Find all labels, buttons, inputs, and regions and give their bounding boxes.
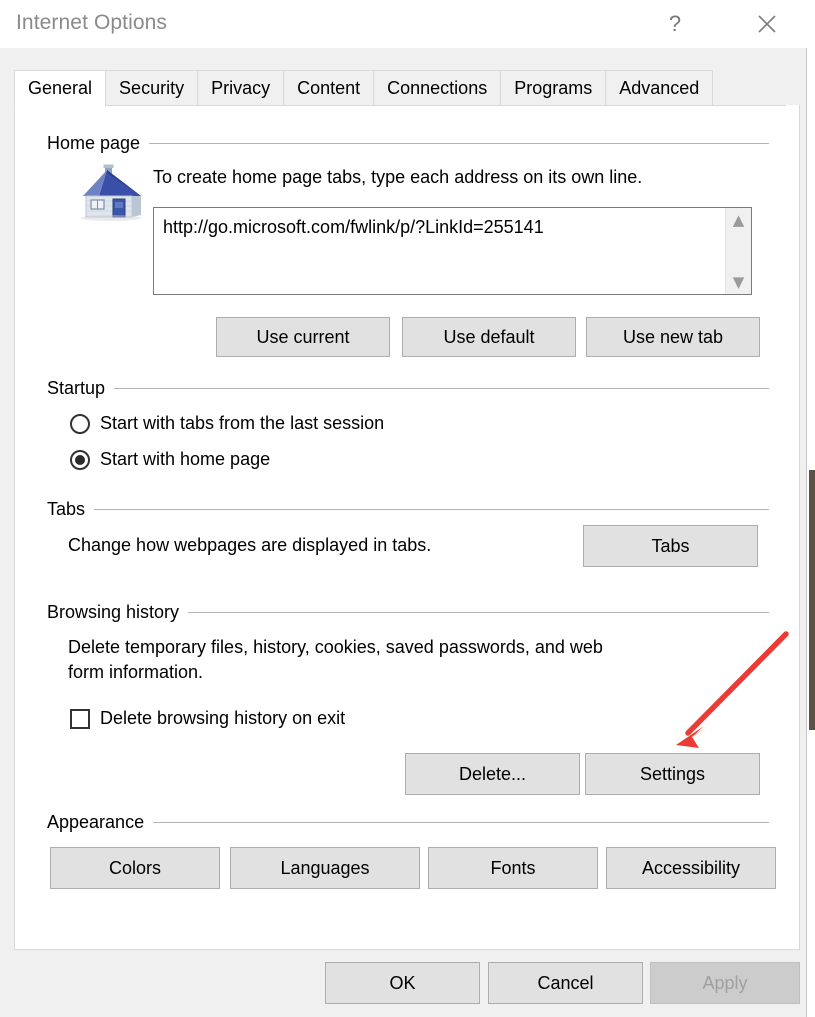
group-divider [114, 387, 769, 389]
group-divider [188, 611, 769, 613]
tab-label: Programs [514, 77, 593, 98]
tab-label: Advanced [619, 77, 700, 98]
appearance-group-header: Appearance [47, 812, 769, 832]
group-divider [153, 821, 769, 823]
home-page-url-value[interactable]: http://go.microsoft.com/fwlink/p/?LinkId… [154, 208, 725, 294]
group-label: Startup [47, 377, 106, 398]
checkbox-indicator[interactable] [70, 708, 90, 729]
tab-strip: General Security Privacy Content Connect… [14, 70, 786, 107]
tabs-group-header: Tabs [47, 499, 769, 519]
group-divider [94, 508, 769, 510]
tab-label: Privacy [211, 77, 271, 98]
chevron-down-icon[interactable]: ▼ [733, 275, 745, 290]
radio-indicator-selected[interactable] [70, 449, 90, 470]
tab-label: General [28, 77, 93, 98]
tab-advanced[interactable]: Advanced [606, 70, 714, 106]
radio-label: Start with tabs from the last session [100, 413, 385, 433]
house-icon [81, 164, 144, 221]
url-scrollbar[interactable]: ▲ ▼ [725, 208, 751, 294]
browsing-history-group-header: Browsing history [47, 602, 769, 622]
chevron-up-icon[interactable]: ▲ [733, 213, 745, 228]
tab-general[interactable]: General [14, 70, 107, 107]
languages-button[interactable]: Languages [230, 847, 420, 889]
accessibility-button[interactable]: Accessibility [606, 847, 776, 889]
general-tab-panel: Home page To create home page tabs, type… [14, 105, 800, 950]
apply-button: Apply [650, 962, 800, 1004]
radio-start-with-home-page[interactable]: Start with home page [70, 449, 270, 470]
home-page-description: To create home page tabs, type each addr… [153, 167, 643, 187]
group-label: Home page [47, 132, 141, 153]
help-button[interactable]: ? [652, 0, 698, 48]
window-right-dark-strip [809, 470, 815, 730]
fonts-button[interactable]: Fonts [428, 847, 598, 889]
tab-programs[interactable]: Programs [501, 70, 607, 106]
group-label: Appearance [47, 811, 145, 832]
tab-security[interactable]: Security [106, 70, 199, 106]
tab-label: Connections [387, 77, 488, 98]
group-divider [149, 142, 769, 144]
group-label: Tabs [47, 498, 86, 519]
cancel-button[interactable]: Cancel [488, 962, 643, 1004]
browsing-history-description-line1: Delete temporary files, history, cookies… [68, 637, 603, 657]
use-new-tab-button[interactable]: Use new tab [586, 317, 760, 357]
checkbox-label: Delete browsing history on exit [100, 708, 346, 728]
window-title: Internet Options [16, 11, 168, 34]
use-current-button[interactable]: Use current [216, 317, 390, 357]
tab-label: Content [297, 77, 361, 98]
delete-button[interactable]: Delete... [405, 753, 580, 795]
settings-button[interactable]: Settings [585, 753, 760, 795]
tab-strip-filler [713, 70, 786, 106]
close-icon [758, 15, 776, 33]
ok-button[interactable]: OK [325, 962, 480, 1004]
internet-options-dialog: Internet Options ? General Security Priv… [0, 0, 807, 1017]
radio-label: Start with home page [100, 449, 271, 469]
tab-connections[interactable]: Connections [374, 70, 502, 106]
tab-label: Security [119, 77, 185, 98]
tabs-settings-button[interactable]: Tabs [583, 525, 758, 567]
tabs-description: Change how webpages are displayed in tab… [68, 535, 432, 555]
question-mark-icon: ? [668, 11, 682, 36]
colors-button[interactable]: Colors [50, 847, 220, 889]
close-button[interactable] [744, 0, 790, 48]
tab-content[interactable]: Content [284, 70, 375, 106]
tab-privacy[interactable]: Privacy [198, 70, 285, 106]
home-page-group-header: Home page [47, 133, 769, 153]
home-page-url-textarea[interactable]: http://go.microsoft.com/fwlink/p/?LinkId… [153, 207, 752, 295]
radio-indicator[interactable] [70, 413, 90, 434]
browsing-history-description-line2: form information. [68, 662, 204, 682]
startup-group-header: Startup [47, 378, 769, 398]
group-label: Browsing history [47, 601, 180, 622]
checkbox-delete-history-on-exit[interactable]: Delete browsing history on exit [70, 708, 345, 729]
use-default-button[interactable]: Use default [402, 317, 576, 357]
radio-start-with-tabs[interactable]: Start with tabs from the last session [70, 413, 384, 434]
title-bar: Internet Options ? [0, 0, 807, 48]
